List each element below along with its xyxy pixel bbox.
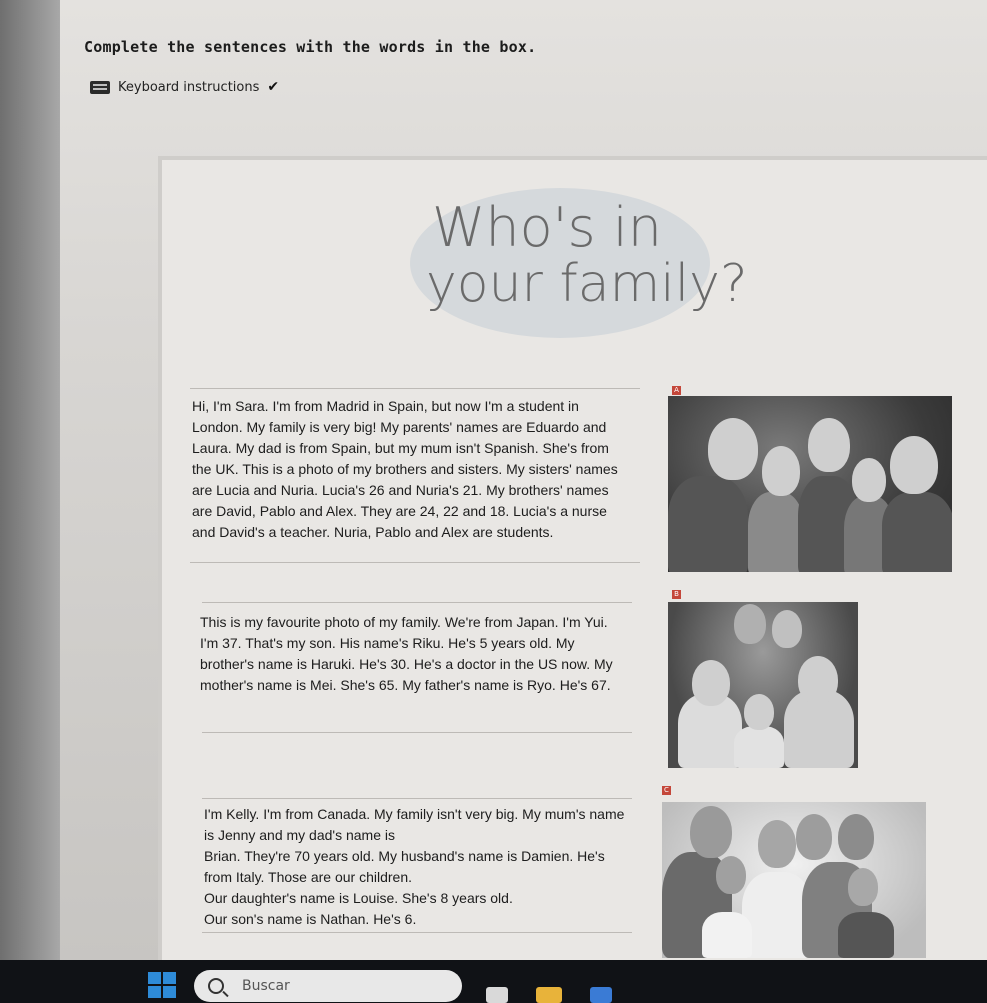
heading-line-2: your family? [426,253,748,314]
keyboard-instructions-label: Keyboard instructions [118,79,260,95]
file-explorer-icon[interactable] [536,987,562,1003]
photo-c-label: C [662,786,671,795]
text-c-line-2: Brian. They're 70 years old. My husband'… [204,848,605,885]
screen-edge-shadow [0,0,60,960]
text-c-line-1: I'm Kelly. I'm from Canada. My family is… [204,806,625,843]
text-c-kelly: I'm Kelly. I'm from Canada. My family is… [204,804,634,930]
heading-line-1: Who's in [432,196,663,259]
exercise-instruction: Complete the sentences with the words in… [84,38,537,56]
divider [202,602,632,603]
search-icon [208,978,224,994]
browser-viewport: Complete the sentences with the words in… [0,0,987,960]
text-c-line-3: Our daughter's name is Louise. She's 8 y… [204,890,513,906]
task-view-icon[interactable] [486,987,508,1003]
keyboard-icon [90,80,110,94]
photo-a-siblings [668,396,952,572]
taskbar-search[interactable]: Buscar [194,970,462,1002]
taskbar-search-placeholder: Buscar [242,978,290,994]
divider [202,798,632,799]
textbook-page: Who's in your family? Hi, I'm Sara. I'm … [160,158,987,960]
photo-c-canadian-family [662,802,926,958]
divider [190,562,640,563]
photo-b-japanese-family [668,602,858,768]
windows-start-icon[interactable] [148,972,176,998]
photo-b-label: B [672,590,681,599]
text-c-line-4: Our son's name is Nathan. He's 6. [204,911,417,927]
keyboard-instructions-toggle[interactable]: Keyboard instructions ✔ [90,76,279,98]
text-b-yui: This is my favourite photo of my family.… [200,614,613,693]
edge-icon[interactable] [590,987,612,1003]
chevron-down-icon: ✔ [267,79,280,95]
divider [202,732,632,733]
page-heading: Who's in your family? [426,196,772,311]
photo-a-label: A [672,386,681,395]
text-a-sara: Hi, I'm Sara. I'm from Madrid in Spain, … [192,398,618,540]
divider [202,932,632,933]
divider [190,388,640,389]
